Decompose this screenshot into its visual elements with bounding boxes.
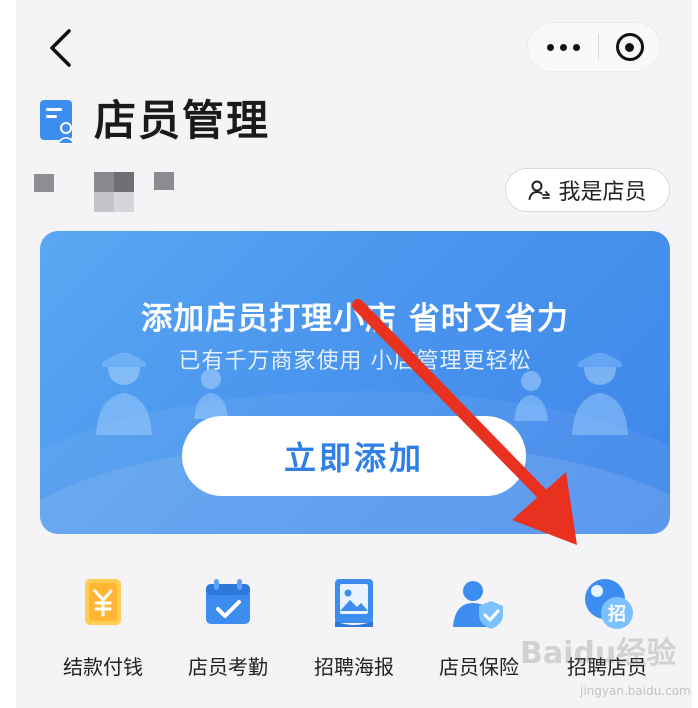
add-staff-banner: 添加店员打理小店 省时又省力 已有千万商家使用 小店管理更轻松 立即添加 <box>40 231 670 534</box>
staff-doc-icon <box>38 98 78 148</box>
insurance-icon <box>453 581 503 629</box>
right-edge <box>692 0 698 708</box>
more-button[interactable] <box>528 23 598 71</box>
payment-icon <box>85 579 121 625</box>
back-button[interactable] <box>38 24 82 72</box>
watermark-url: jingyan.baidu.com <box>580 684 691 698</box>
menu-label-attendance: 店员考勤 <box>188 655 268 679</box>
svg-text:招: 招 <box>608 603 626 625</box>
menu-label-poster: 招聘海报 <box>314 655 394 679</box>
poster-icon <box>335 579 373 627</box>
more-icon <box>546 43 554 51</box>
menu-item-insurance[interactable]: 店员保险 <box>424 575 534 680</box>
banner-title: 添加店员打理小店 省时又省力 <box>141 301 569 337</box>
add-now-button[interactable]: 立即添加 <box>182 416 526 496</box>
watermark: Baidu经验 <box>520 636 677 671</box>
close-button[interactable] <box>599 23 660 71</box>
menu-item-payment[interactable]: 结款付钱 <box>48 575 158 680</box>
menu-label-insurance: 店员保险 <box>439 655 519 679</box>
close-circle-icon <box>615 33 644 61</box>
menu-label-payment: 结款付钱 <box>63 655 143 679</box>
left-edge <box>0 0 16 708</box>
menu-item-poster[interactable]: 招聘海报 <box>299 575 409 680</box>
banner-subtitle: 已有千万商家使用 小店管理更轻松 <box>178 349 532 374</box>
recruit-icon: 招 <box>585 579 633 629</box>
i-am-staff-label: 我是店员 <box>558 180 647 205</box>
user-switch-icon <box>528 180 551 200</box>
chevron-left-icon <box>50 29 71 67</box>
menu-item-attendance[interactable]: 店员考勤 <box>173 575 283 680</box>
calendar-check-icon <box>206 579 250 624</box>
mini-program-capsule <box>527 22 661 72</box>
i-am-staff-button[interactable]: 我是店员 <box>505 168 670 212</box>
page-title: 店员管理 <box>94 96 271 145</box>
